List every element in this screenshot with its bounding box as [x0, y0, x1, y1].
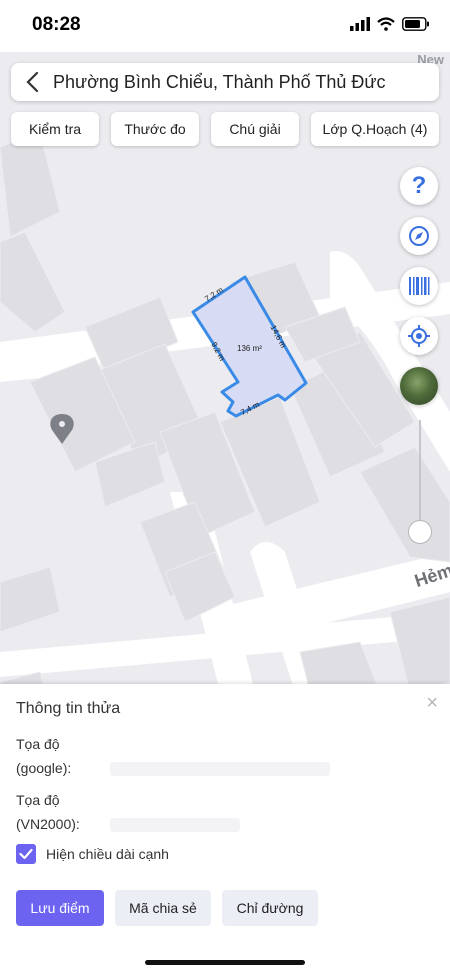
- cellular-signal-icon: [350, 17, 370, 31]
- help-button[interactable]: ?: [400, 167, 438, 205]
- compass-icon: [409, 226, 429, 246]
- zoom-slider-track[interactable]: [419, 420, 421, 530]
- sheet-title: Thông tin thửa: [16, 700, 121, 717]
- location-title: Phường Bình Chiểu, Thành Phố Thủ Đức: [53, 71, 386, 92]
- locate-icon: [408, 325, 430, 347]
- zoom-slider-handle[interactable]: [408, 520, 432, 544]
- save-point-button[interactable]: Lưu điểm: [16, 890, 104, 926]
- toolbar-chips: Kiểm tra Thước đo Chú giải Lớp Q.Hoạch (…: [11, 112, 439, 146]
- planning-layer-chip[interactable]: Lớp Q.Hoạch (4): [311, 112, 439, 146]
- check-chip[interactable]: Kiểm tra: [11, 112, 99, 146]
- parcel-area-label: 136 m²: [237, 344, 262, 353]
- back-button[interactable]: [15, 63, 49, 101]
- status-time: 08:28: [32, 14, 81, 35]
- map-view[interactable]: New Hẻm 136 m² 7,2 m 14,6 m 7,4 m 9,2 m: [0, 52, 450, 692]
- barcode-icon: [409, 277, 430, 295]
- location-header[interactable]: Phường Bình Chiểu, Thành Phố Thủ Đức: [11, 63, 439, 101]
- satellite-layer-button[interactable]: [400, 367, 438, 405]
- show-edge-length-checkbox[interactable]: [16, 844, 36, 864]
- coord-google-label-line2: (google):: [16, 760, 72, 776]
- show-edge-length-label: Hiện chiều dài cạnh: [46, 846, 169, 862]
- coord-google-value: [110, 762, 330, 776]
- map-canvas[interactable]: [0, 52, 450, 692]
- directions-button[interactable]: Chỉ đường: [222, 890, 318, 926]
- barcode-button[interactable]: [400, 267, 438, 305]
- legend-chip[interactable]: Chú giải: [211, 112, 299, 146]
- wifi-icon: [377, 17, 395, 31]
- help-icon: ?: [411, 172, 427, 199]
- coord-vn2000-label-line1: Tọa độ: [16, 792, 60, 808]
- coord-vn2000-label-line2: (VN2000):: [16, 816, 80, 832]
- chevron-left-icon: [26, 71, 39, 93]
- compass-button[interactable]: [400, 217, 438, 255]
- show-edge-length-row[interactable]: Hiện chiều dài cạnh: [16, 844, 169, 864]
- checkmark-icon: [19, 848, 33, 860]
- home-indicator: [145, 960, 305, 965]
- parcel-info-sheet: Thông tin thửa × Tọa độ (google): Tọa độ…: [0, 684, 450, 974]
- coord-google-label-line1: Tọa độ: [16, 736, 60, 752]
- status-bar: 08:28: [0, 0, 450, 52]
- close-icon[interactable]: ×: [426, 692, 438, 715]
- coord-vn2000-value: [110, 818, 240, 832]
- status-icons: [350, 17, 430, 31]
- locate-button[interactable]: [400, 317, 438, 355]
- share-code-button[interactable]: Mã chia sẻ: [115, 890, 211, 926]
- measure-chip[interactable]: Thước đo: [111, 112, 199, 146]
- battery-icon: [402, 17, 429, 31]
